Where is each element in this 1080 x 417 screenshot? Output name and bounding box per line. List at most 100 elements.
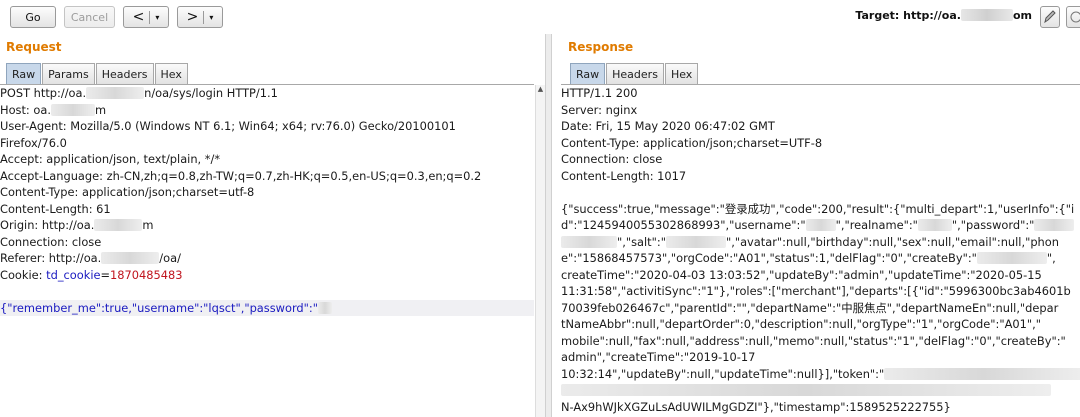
response-title: Response <box>568 40 634 54</box>
response-body-line: 70039feb026467c","parentId":"","departNa… <box>561 300 1059 315</box>
tab-response-raw[interactable]: Raw <box>570 63 606 84</box>
redacted <box>86 87 145 99</box>
response-body-line <box>561 382 1080 399</box>
response-body-line: d":"1245940055302868993","username":" ","… <box>561 217 1080 234</box>
request-line: POST http://oa. n/oa/sys/login HTTP/1.1 <box>0 85 534 102</box>
redacted <box>917 219 952 231</box>
tab-request-params[interactable]: Params <box>42 63 95 84</box>
go-label: Go <box>25 10 41 24</box>
redacted <box>884 367 1080 380</box>
separator <box>149 10 151 24</box>
go-button[interactable]: Go <box>10 6 56 28</box>
response-line: HTTP/1.1 200 <box>561 86 638 100</box>
text: ", <box>1046 251 1056 265</box>
request-line: Origin: http://oa. m <box>0 217 534 234</box>
response-editor[interactable]: HTTP/1.1 200 Server: nginx Date: Fri, 15… <box>561 84 1080 417</box>
request-line: User-Agent: Mozilla/5.0 (Windows NT 6.1;… <box>0 119 456 133</box>
text: Cookie: <box>0 267 47 282</box>
redacted <box>1034 219 1075 231</box>
response-line: Date: Fri, 15 May 2020 06:47:02 GMT <box>561 119 775 133</box>
text: /oa/ <box>159 251 181 265</box>
text: m <box>94 102 107 117</box>
request-tabs: Raw Params Headers Hex <box>6 63 189 84</box>
cancel-button[interactable]: Cancel <box>64 6 115 28</box>
response-body-line: 11:31:58","activitiSync":"1"},"roles":["… <box>561 284 1071 298</box>
text: ","realname":" <box>835 218 918 232</box>
redacted <box>976 252 1047 264</box>
response-body-line: mobile":null,"fax":null,"address":null,"… <box>561 333 1066 348</box>
redacted <box>561 235 617 248</box>
tab-request-headers[interactable]: Headers <box>95 63 154 84</box>
help-icon <box>1070 11 1080 23</box>
forward-button[interactable]: > ▾ <box>177 6 223 28</box>
chevron-down-icon[interactable]: ▾ <box>209 13 213 22</box>
redacted <box>94 219 143 231</box>
cookie-value: 1870485483 <box>110 267 183 282</box>
redacted <box>561 384 1051 396</box>
redacted <box>805 219 836 231</box>
response-body-line: createTime":"2020-04-03 13:03:52","updat… <box>561 267 1042 282</box>
redacted <box>101 252 160 264</box>
redacted <box>665 235 726 248</box>
request-line: Connection: close <box>0 234 102 249</box>
redacted-host <box>960 9 1013 21</box>
request-editor[interactable]: POST http://oa. n/oa/sys/login HTTP/1.1 H… <box>0 84 534 417</box>
back-button[interactable]: < ▾ <box>123 6 169 28</box>
text: POST http://oa. <box>0 86 87 100</box>
text: Origin: http://oa. <box>0 218 95 232</box>
request-body-line: {"remember_me":true,"username":"lqsct","… <box>0 299 534 316</box>
request-line: Firefox/76.0 <box>0 135 67 150</box>
back-arrow-icon: < <box>132 9 145 25</box>
tab-response-hex[interactable]: Hex <box>664 63 699 84</box>
text: ","avatar":null,"birthday":null,"sex":nu… <box>725 234 1059 249</box>
response-line: Server: nginx <box>561 102 638 117</box>
text: ","salt":" <box>617 234 666 249</box>
text: Host: oa. <box>0 102 51 117</box>
request-scrollbar[interactable]: ▲ <box>535 85 545 417</box>
redacted <box>50 103 95 116</box>
edit-target-button[interactable] <box>1040 6 1060 28</box>
response-body-line: admin","createTime":"2019-10-17 <box>561 350 756 364</box>
request-title: Request <box>6 40 62 54</box>
request-line: Content-Type: application/json;charset=u… <box>0 185 255 199</box>
request-line: Referer: http://oa. /oa/ <box>0 250 534 267</box>
text: m <box>142 218 154 232</box>
response-body-line: N-Ax9hWJkXGZuLsAdUWILMgGDZI"},"timestamp… <box>561 399 951 414</box>
request-line: Content-Length: 61 <box>0 201 111 216</box>
tab-response-headers[interactable]: Headers <box>606 63 664 84</box>
response-body-line: {"success":true,"message":"登录成功","code":… <box>561 201 1075 216</box>
response-line: Content-Length: 1017 <box>561 168 687 183</box>
response-line: Content-Type: application/json;charset=U… <box>561 135 823 150</box>
text: d":"1245940055302868993","username":" <box>561 218 806 232</box>
tab-request-raw[interactable]: Raw <box>6 63 42 84</box>
separator <box>203 10 205 24</box>
response-line <box>561 184 1080 201</box>
tab-request-hex[interactable]: Hex <box>154 63 188 84</box>
target-text: Target: http://oa. <box>855 9 961 22</box>
request-line: Host: oa. m <box>0 102 534 119</box>
scroll-up-icon[interactable]: ▲ <box>536 85 545 95</box>
panel-splitter[interactable] <box>545 34 552 417</box>
request-line: Cookie: td_cookie=1870485483 <box>0 267 534 284</box>
redacted <box>317 301 332 314</box>
target-suffix: om <box>1012 9 1032 22</box>
text: n/oa/sys/login HTTP/1.1 <box>144 86 278 100</box>
target-label[interactable]: Target: http://oa. om <box>855 9 1032 22</box>
response-body-line: ","salt":" ","avatar":null,"birthday":nul… <box>561 234 1080 251</box>
response-body-line: 10:32:14","updateBy":null,"updateTime":n… <box>561 366 1080 383</box>
response-line: Connection: close <box>561 152 663 166</box>
forward-arrow-icon: > <box>186 9 199 25</box>
request-line: Accept: application/json, text/plain, */… <box>0 152 221 166</box>
response-tabs: Raw Headers Hex <box>570 63 699 84</box>
response-body-line: e":"15868457573","orgCode":"A01","status… <box>561 250 1080 267</box>
request-body: {"remember_me":true,"username":"lqsct","… <box>0 300 318 315</box>
text: 10:32:14","updateBy":null,"updateTime":n… <box>561 366 885 381</box>
request-line: Accept-Language: zh-CN,zh;q=0.8,zh-TW;q=… <box>0 168 482 183</box>
cookie-name: td_cookie <box>46 267 101 282</box>
toolbar: Go Cancel < ▾ > ▾ Target: http://oa. om <box>0 0 1080 34</box>
text: ","password":" <box>951 218 1035 232</box>
help-button[interactable] <box>1066 6 1080 28</box>
text: e":"15868457573","orgCode":"A01","status… <box>561 251 977 265</box>
chevron-down-icon[interactable]: ▾ <box>155 13 159 22</box>
response-body-line: tNameAbbr":null,"departOrder":0,"descrip… <box>561 317 1041 331</box>
